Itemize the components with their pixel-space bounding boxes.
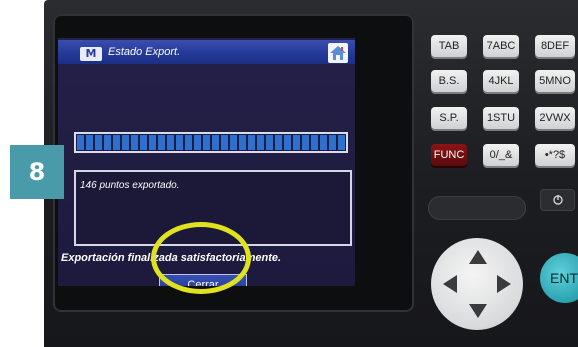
highlight-annotation-circle bbox=[151, 222, 251, 294]
arrow-right-icon[interactable] bbox=[497, 275, 511, 293]
key-4[interactable]: 4JKL bbox=[483, 70, 519, 92]
key-func[interactable]: FUNC bbox=[431, 144, 467, 166]
key-7[interactable]: 7ABC bbox=[483, 35, 519, 57]
window-title: Estado Export. bbox=[108, 46, 181, 58]
keypad-slot bbox=[428, 196, 526, 220]
key-1[interactable]: 1STU bbox=[483, 107, 519, 129]
key-symbols[interactable]: •*?$ bbox=[535, 144, 575, 166]
power-icon bbox=[552, 195, 563, 205]
key-8[interactable]: 8DEF bbox=[535, 35, 575, 57]
title-bar: M Estado Export. bbox=[58, 40, 355, 64]
key-backspace[interactable]: B.S. bbox=[431, 70, 467, 92]
home-icon[interactable] bbox=[328, 43, 348, 63]
step-number-badge: 8 bbox=[10, 145, 64, 199]
key-space[interactable]: S.P. bbox=[431, 107, 467, 129]
key-tab[interactable]: TAB bbox=[431, 35, 467, 57]
power-button[interactable] bbox=[540, 189, 575, 211]
direction-pad[interactable] bbox=[431, 238, 523, 330]
progress-fill bbox=[77, 135, 345, 150]
key-2[interactable]: 2VWX bbox=[535, 107, 575, 129]
points-exported-text: 146 puntos exportado. bbox=[80, 180, 180, 191]
key-0[interactable]: 0/_& bbox=[483, 144, 519, 166]
key-5[interactable]: 5MNO bbox=[535, 70, 575, 92]
export-progress-bar bbox=[74, 132, 348, 153]
arrow-up-icon[interactable] bbox=[469, 250, 487, 264]
arrow-left-icon[interactable] bbox=[443, 275, 457, 293]
arrow-down-icon[interactable] bbox=[469, 304, 487, 318]
app-logo-icon: M bbox=[80, 47, 102, 61]
